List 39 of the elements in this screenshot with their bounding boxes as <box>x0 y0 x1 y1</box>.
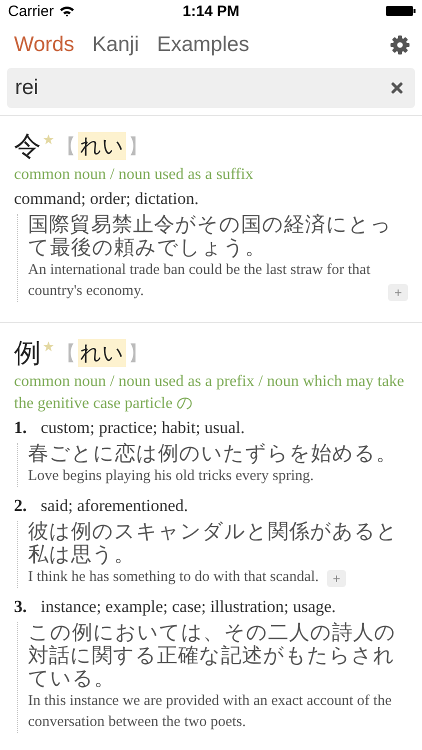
example-japanese: この例においては、その二人の詩人の対話に関する正確な記述がもたらされている。 <box>28 622 397 691</box>
star-icon[interactable] <box>43 341 54 352</box>
search-field[interactable]: rei <box>7 68 415 108</box>
definition: said; aforementioned. <box>40 495 188 517</box>
tab[interactable]: Kanji <box>92 33 139 57</box>
example-english: Love begins playing his old tricks every spring. <box>28 467 314 486</box>
sense-number: 2. <box>14 495 27 517</box>
example-english: In this instance we are provided with an exact account of the conversation between the two poets. <box>28 692 393 732</box>
reading: れい <box>78 132 126 160</box>
example-japanese: 春ごとに恋は例のいたずらを始める。 <box>28 443 398 466</box>
headword: 例 <box>14 337 41 371</box>
sense-number: 3. <box>14 596 27 618</box>
example-japanese: 国際貿易禁止令がその国の経済にとって最後の頼みでしょう。 <box>28 214 393 260</box>
part-of-speech: common noun / noun used as a suffix <box>14 165 254 185</box>
battery-icon <box>386 5 416 17</box>
clear-icon[interactable] <box>391 82 403 94</box>
part-of-speech: common noun / noun used as a prefix / noun which may take the genitive case particle の <box>14 372 406 414</box>
star-icon[interactable] <box>43 134 54 145</box>
definition: command; order; dictation. <box>14 188 199 210</box>
tab[interactable]: Examples <box>157 33 250 57</box>
bracket: 【 <box>56 342 76 366</box>
add-button[interactable]: + <box>388 284 408 301</box>
sense-number: 1. <box>14 417 27 439</box>
definition: instance; example; case; illustration; usage. <box>40 596 336 618</box>
bracket: 【 <box>56 134 76 160</box>
status-time: 1:14 PM <box>182 2 240 20</box>
example-english: I think he has something to do with that scandal. <box>28 568 319 587</box>
reading: れい <box>78 339 126 367</box>
carrier-name: Carrier <box>8 2 54 20</box>
headword: 令 <box>14 130 41 164</box>
bracket: 】 <box>128 134 148 160</box>
definition: custom; practice; habit; usual. <box>40 417 245 439</box>
add-button[interactable]: + <box>326 570 346 587</box>
settings-icon[interactable] <box>390 35 410 55</box>
bracket: 】 <box>128 342 148 366</box>
wifi-icon <box>58 5 75 17</box>
example-japanese: 彼は例のスキャンダルと関係があると私は思う。 <box>28 521 399 567</box>
tab[interactable]: Words <box>14 33 74 57</box>
example-english: An international trade ban could be the last straw for that country's economy. <box>28 261 372 301</box>
